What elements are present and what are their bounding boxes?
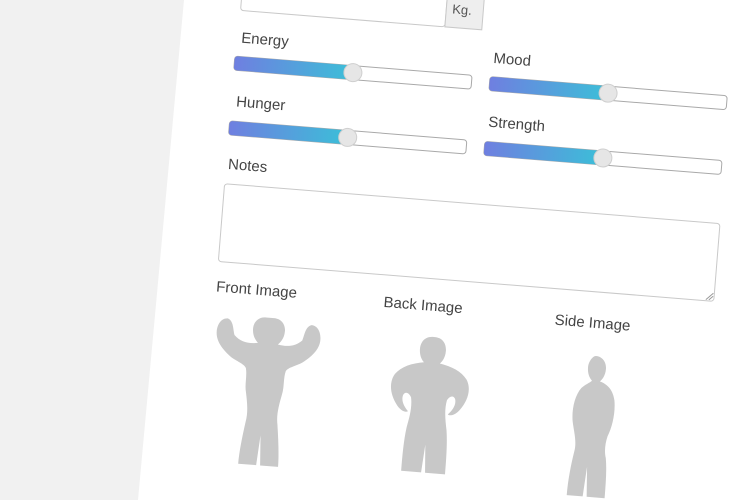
weight-unit-label: Kg. [452, 1, 473, 18]
mood-label: Mood [493, 50, 532, 70]
notes-label: Notes [227, 156, 267, 176]
form-card: Kg. Energy Mood Hunger Strength Notes Fr… [138, 0, 750, 500]
